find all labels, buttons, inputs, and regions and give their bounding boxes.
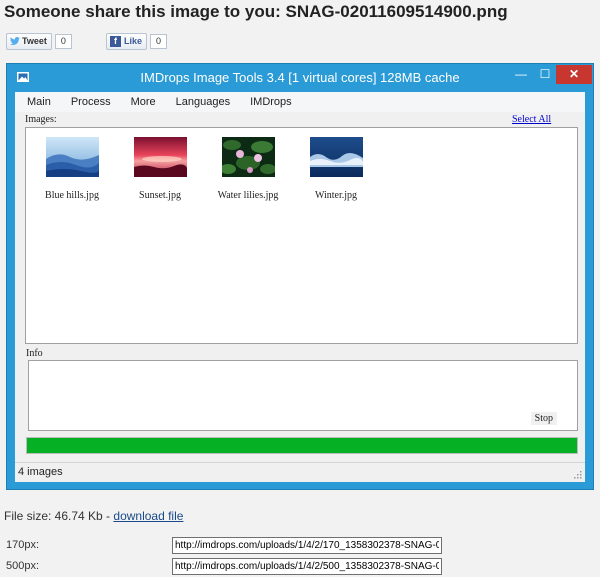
blue-hills-thumbnail [45, 137, 99, 177]
menu-languages[interactable]: Languages [164, 92, 238, 112]
progress-fill [27, 438, 577, 453]
maximize-button[interactable]: ☐ [534, 65, 556, 84]
sunset-thumbnail [133, 137, 187, 177]
close-button[interactable]: ✕ [556, 65, 592, 84]
file-size-text: File size: 46.74 Kb - [4, 509, 114, 523]
tweet-widget: Tweet 0 [6, 32, 72, 50]
url-label-500: 500px: [6, 560, 40, 572]
info-label: Info [26, 348, 43, 359]
file-info: File size: 46.74 Kb - download file [4, 509, 183, 523]
select-all-link[interactable]: Select All [512, 114, 551, 125]
water-lilies-thumbnail [219, 137, 276, 177]
images-label: Images: [25, 114, 57, 125]
url-label-170: 170px: [6, 539, 40, 551]
thumbnail-caption: Water lilies.jpg [217, 190, 279, 201]
title-bar[interactable]: IMDrops Image Tools 3.4 [1 virtual cores… [7, 64, 593, 92]
thumbnail-caption: Winter.jpg [314, 190, 358, 201]
window-title: IMDrops Image Tools 3.4 [1 virtual cores… [140, 70, 460, 85]
window-client: Main Process More Languages IMDrops Imag… [15, 92, 585, 482]
menu-more[interactable]: More [119, 92, 164, 112]
thumbnail-item[interactable]: Sunset.jpg [122, 137, 198, 201]
like-label: Like [124, 36, 143, 46]
facebook-icon: f [110, 35, 121, 47]
thumbnail-caption: Blue hills.jpg [45, 190, 99, 201]
winter-thumbnail [309, 137, 363, 177]
thumbnail-caption: Sunset.jpg [139, 190, 181, 201]
minimize-button[interactable]: — [510, 65, 532, 84]
url-field-170[interactable] [172, 537, 442, 554]
url-field-500[interactable] [172, 558, 442, 575]
download-link[interactable]: download file [113, 509, 183, 523]
images-panel[interactable]: Blue hills.jpg Sunset.jpg Water lilies.j… [25, 127, 578, 344]
stop-button[interactable]: Stop [530, 412, 557, 425]
resize-grip-icon[interactable] [573, 470, 582, 479]
like-count: 0 [150, 33, 168, 49]
tweet-count: 0 [54, 33, 72, 49]
menu-process[interactable]: Process [59, 92, 119, 112]
like-button[interactable]: f Like [106, 32, 148, 50]
thumbnail-item[interactable]: Blue hills.jpg [34, 137, 110, 201]
status-bar: 4 images [15, 462, 585, 482]
tweet-button[interactable]: Tweet [6, 32, 52, 50]
twitter-bird-icon [10, 36, 20, 45]
thumbnail-item[interactable]: Winter.jpg [298, 137, 374, 201]
thumbnail-item[interactable]: Water lilies.jpg [210, 137, 286, 201]
status-text: 4 images [18, 466, 63, 478]
menu-main[interactable]: Main [15, 92, 59, 112]
menu-bar: Main Process More Languages IMDrops [15, 92, 585, 112]
like-widget: f Like 0 [106, 32, 168, 50]
page-title: Someone share this image to you: SNAG-02… [4, 2, 508, 21]
info-panel[interactable]: Stop [28, 360, 578, 431]
progress-bar [26, 437, 578, 454]
tweet-label: Tweet [22, 36, 47, 46]
app-window: IMDrops Image Tools 3.4 [1 virtual cores… [6, 63, 594, 490]
menu-imdrops[interactable]: IMDrops [238, 92, 300, 112]
